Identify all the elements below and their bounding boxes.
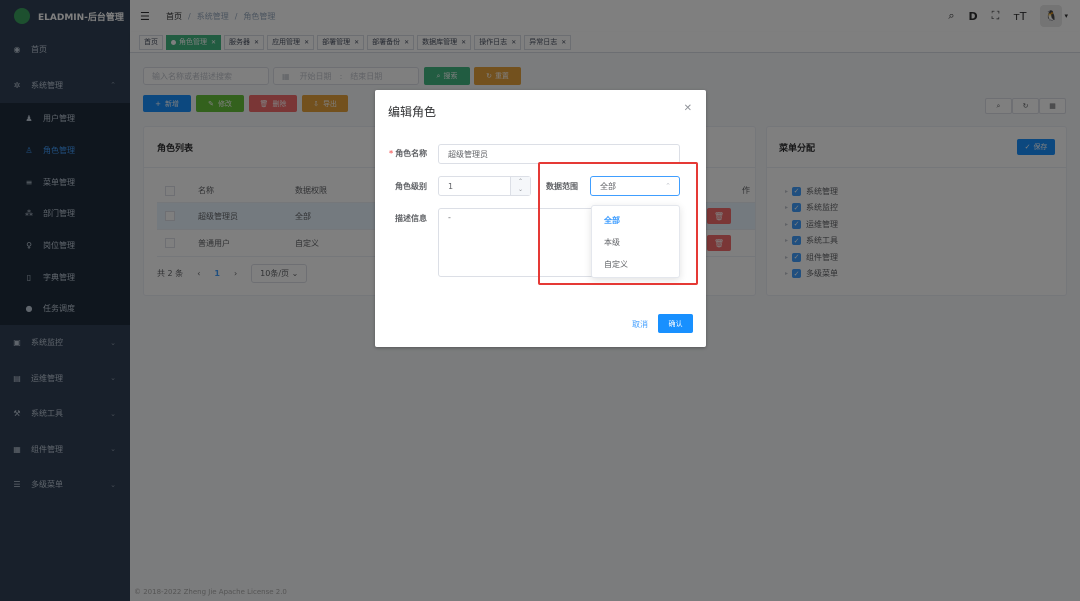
required-asterisk: * (389, 149, 394, 158)
cancel-button[interactable]: 取消 (632, 319, 648, 330)
highlight-box (538, 162, 698, 285)
close-icon[interactable]: ✕ (684, 103, 692, 114)
role-name-label-text: 角色名称 (395, 149, 428, 158)
chevron-down-icon[interactable]: ⌄ (518, 186, 523, 194)
role-level-stepper[interactable]: 1 ⌃ ⌄ (438, 176, 531, 196)
role-level-value: 1 (448, 181, 454, 191)
confirm-button-label: 确认 (668, 319, 683, 328)
chevron-up-icon[interactable]: ⌃ (518, 178, 523, 186)
stepper-controls: ⌃ ⌄ (510, 177, 530, 195)
confirm-button[interactable]: 确认 (658, 314, 693, 333)
dialog-title: 编辑角色 (388, 105, 437, 119)
description-label: 描述信息 (395, 214, 427, 223)
role-name-label: * 角色名称 (389, 148, 427, 159)
role-level-label: 角色级别 (395, 182, 427, 191)
role-name-input[interactable]: 超级管理员 (438, 144, 680, 164)
